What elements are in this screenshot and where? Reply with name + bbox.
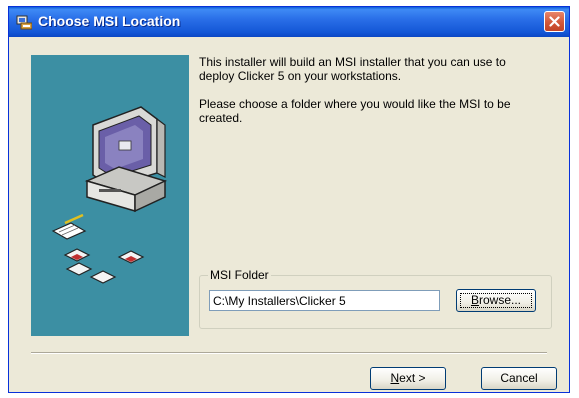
dialog-client-area: This installer will build an MSI install… xyxy=(12,37,566,390)
browse-button[interactable]: Browse... xyxy=(456,289,536,312)
button-separator xyxy=(31,352,547,354)
close-icon xyxy=(549,16,560,27)
focus-rectangle xyxy=(460,293,532,308)
msi-folder-input[interactable] xyxy=(209,290,440,311)
msi-folder-group: MSI Folder Browse... xyxy=(199,268,552,329)
next-button[interactable]: Next > xyxy=(370,367,446,390)
intro-text: This installer will build an MSI install… xyxy=(199,55,506,83)
next-label: ext > xyxy=(399,371,426,385)
close-button[interactable] xyxy=(544,11,565,32)
computer-with-disks-icon xyxy=(51,106,168,284)
window-title: Choose MSI Location xyxy=(38,13,181,29)
instruction-text: Please choose a folder where you would l… xyxy=(199,97,511,125)
cancel-label: Cancel xyxy=(500,371,538,385)
title-bar[interactable]: Choose MSI Location xyxy=(9,7,569,37)
msi-folder-label: MSI Folder xyxy=(208,268,271,282)
next-mnemonic: N xyxy=(390,371,400,385)
installer-dialog: Choose MSI Location This installer will … xyxy=(8,6,570,393)
side-banner xyxy=(31,55,189,336)
cancel-button[interactable]: Cancel xyxy=(481,367,557,390)
installer-app-icon xyxy=(16,15,32,30)
